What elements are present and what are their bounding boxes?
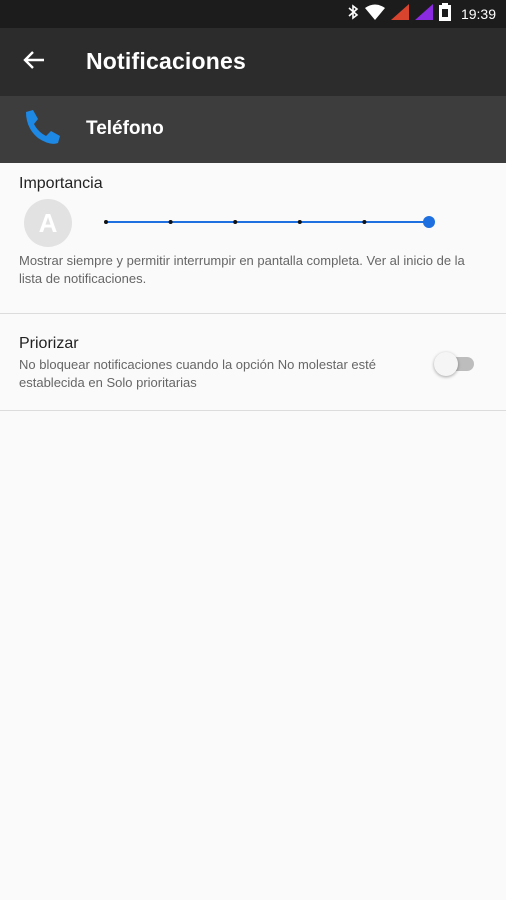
app-name: Teléfono	[86, 118, 164, 139]
battery-icon	[438, 2, 451, 26]
app-bar: Notificaciones	[0, 28, 506, 96]
slider-tick	[362, 220, 367, 224]
priority-title: Priorizar	[19, 335, 79, 352]
priority-section[interactable]: Priorizar No bloquear notificaciones cua…	[0, 313, 506, 411]
importance-title: Importancia	[19, 175, 103, 192]
slider-thumb[interactable]	[423, 216, 435, 228]
wifi-icon	[364, 4, 385, 25]
toggle-thumb	[434, 352, 458, 376]
app-header: Teléfono	[0, 96, 506, 163]
priority-description: No bloquear notificaciones cuando la opc…	[19, 357, 376, 390]
priority-toggle[interactable]	[434, 352, 476, 376]
status-bar: 19:39	[0, 0, 506, 28]
slider-tick	[233, 220, 238, 224]
slider-tick	[297, 220, 302, 224]
importance-section: Importancia A Mostrar siempre y permitir…	[0, 163, 506, 313]
slider-tick	[168, 220, 173, 224]
status-icons: 19:39	[347, 0, 496, 28]
signal-1-icon	[390, 3, 409, 25]
divider	[0, 410, 506, 411]
slider-tick	[104, 220, 108, 224]
importance-description: Mostrar siempre y permitir interrumpir e…	[19, 253, 465, 286]
page-title: Notificaciones	[86, 48, 247, 74]
signal-2-icon	[414, 3, 433, 25]
importance-slider[interactable]	[100, 211, 440, 235]
arrow-back-icon	[23, 50, 45, 75]
phone-icon	[20, 108, 64, 148]
importance-avatar: A	[24, 199, 72, 247]
back-button[interactable]	[14, 44, 54, 80]
avatar-letter: A	[38, 207, 58, 238]
bluetooth-icon	[347, 3, 359, 25]
status-time: 19:39	[460, 6, 496, 22]
